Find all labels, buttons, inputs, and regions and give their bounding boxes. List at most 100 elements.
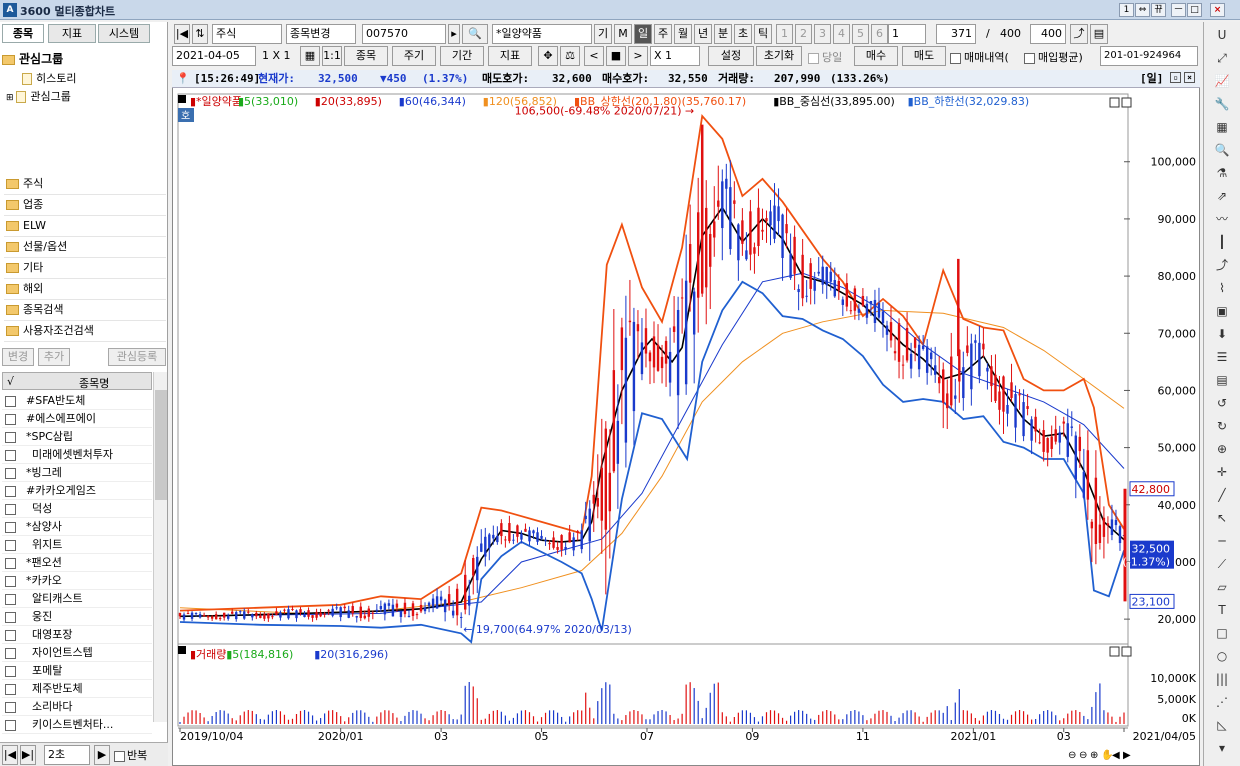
close-button[interactable]: × [1210, 3, 1225, 17]
indicator-button[interactable]: 지표 [488, 46, 532, 66]
stock-button[interactable]: 종목 [344, 46, 388, 66]
list-item[interactable]: #카카오게임즈 [2, 482, 152, 500]
zigzag-icon[interactable]: ⌇ [1211, 279, 1233, 297]
period-8[interactable]: 틱 [754, 24, 772, 44]
row-checkbox[interactable] [5, 611, 16, 623]
trend-icon[interactable]: ⤴ [1211, 256, 1233, 274]
period-7[interactable]: 초 [734, 24, 752, 44]
period-2[interactable]: 일 [634, 24, 652, 44]
price-chart[interactable]: 100,000 90,000 80,000 70,000 60,000 50,000 40,… [172, 88, 1200, 766]
scroll-thumb[interactable] [155, 390, 167, 500]
tree-root[interactable]: 관심그룹 [2, 50, 63, 67]
candle-icon[interactable]: ┃ [1211, 233, 1233, 251]
row-checkbox[interactable] [5, 539, 16, 551]
list-item[interactable]: 제주반도체 [2, 680, 152, 698]
list-item[interactable]: 덕성 [2, 500, 152, 518]
register-interest-button[interactable]: 관심등록 [108, 348, 166, 366]
wrench-icon[interactable]: 🔧 [1211, 95, 1233, 113]
row-checkbox[interactable] [5, 593, 16, 605]
chart-nav-icon[interactable]: ◀ [1112, 750, 1120, 761]
row-checkbox[interactable] [5, 395, 16, 407]
account-select[interactable]: 201-01-924964 [1100, 46, 1198, 66]
search-icon[interactable]: 🔍 [462, 24, 488, 44]
pointer-icon[interactable]: ↖ [1211, 509, 1233, 527]
rotate-right-icon[interactable]: ↻ [1211, 417, 1233, 435]
list-icon[interactable]: ☰ [1211, 348, 1233, 366]
prev-icon[interactable]: < [584, 46, 604, 66]
list-item[interactable]: 자이언트스텝 [2, 644, 152, 662]
list-item[interactable]: *팬오션 [2, 554, 152, 572]
pin-button[interactable]: 뀨 [1151, 3, 1166, 17]
trendline-icon[interactable]: ⟋ [1211, 555, 1233, 573]
view-count-input[interactable]: 400 [1030, 24, 1066, 44]
row-checkbox[interactable] [5, 503, 16, 515]
export-icon[interactable]: ⤴ [1070, 24, 1088, 44]
list-item[interactable]: 위지트 [2, 536, 152, 554]
line-chart-icon[interactable]: 📈 [1211, 72, 1233, 90]
next-icon[interactable]: > [628, 46, 648, 66]
reset-button[interactable]: 초기화 [756, 46, 802, 66]
period-3[interactable]: 주 [654, 24, 672, 44]
restore-icon[interactable]: ▫ [1170, 72, 1181, 83]
chart-nav-icon[interactable]: ▶ [1123, 750, 1131, 761]
folder-3[interactable]: 선물/옵션 [4, 237, 166, 258]
chart-nav-icon[interactable]: ⊖ [1079, 750, 1087, 761]
row-checkbox[interactable] [5, 557, 16, 569]
repeat-checkbox[interactable]: 반복 [114, 747, 147, 763]
row-checkbox[interactable] [5, 647, 16, 659]
market-select[interactable]: 주식 [212, 24, 282, 44]
zoom-select[interactable]: X 1 [650, 46, 700, 66]
link-button[interactable]: 1 [1119, 3, 1134, 17]
count-input[interactable]: 371 [936, 24, 976, 44]
swap-button[interactable]: ⇔ [1135, 3, 1150, 17]
tree-item-history[interactable]: 히스토리 [22, 70, 76, 86]
settings-button[interactable]: 설정 [708, 46, 754, 66]
play-icon[interactable]: ▶ [94, 745, 110, 765]
row-checkbox[interactable] [5, 683, 16, 695]
more-icon[interactable]: ▾ [1211, 739, 1233, 757]
row-checkbox[interactable] [5, 719, 16, 731]
circle-icon[interactable]: ○ [1211, 647, 1233, 665]
hline-icon[interactable]: ─ [1211, 532, 1233, 550]
grid-icon[interactable]: ▦ [300, 46, 320, 66]
row-checkbox[interactable] [5, 665, 16, 677]
pin-icon[interactable]: 📍 [176, 70, 190, 87]
layout-num-2[interactable]: 3 [814, 24, 831, 44]
folder-6[interactable]: 종목검색 [4, 300, 166, 321]
maximize-button[interactable]: □ [1187, 3, 1202, 17]
trade-history-checkbox[interactable]: 매매내역( [950, 49, 1009, 65]
edit-button[interactable]: 변경 [2, 348, 34, 366]
interval-select[interactable]: 2초 [44, 745, 90, 765]
auto-icon[interactable]: ⇗ [1211, 187, 1233, 205]
list-item[interactable]: *삼양사 [2, 518, 152, 536]
first-page-icon[interactable]: |◀ [174, 24, 190, 44]
rect-icon[interactable]: □ [1211, 624, 1233, 642]
row-checkbox[interactable] [5, 575, 16, 587]
last-icon[interactable]: ▶| [20, 745, 36, 765]
panel-icon[interactable]: ▤ [1211, 371, 1233, 389]
date-select[interactable]: 2021-04-05 [172, 46, 256, 66]
list-scrollbar[interactable] [153, 372, 167, 722]
close-chart-icon[interactable]: × [1184, 72, 1195, 83]
zoom-icon[interactable]: ⊕ [1211, 440, 1233, 458]
move-icon[interactable]: ✥ [538, 46, 558, 66]
box-icon[interactable]: ▣ [1211, 302, 1233, 320]
layout-num-3[interactable]: 4 [833, 24, 850, 44]
folder-1[interactable]: 업종 [4, 195, 166, 216]
chart-nav-icon[interactable]: ⊕ [1090, 750, 1098, 761]
row-checkbox[interactable] [5, 467, 16, 479]
list-item[interactable]: 대영포장 [2, 626, 152, 644]
list-item[interactable]: 소리바다 [2, 698, 152, 716]
tree-item-group[interactable]: ⊞ 관심그룹 [6, 88, 71, 104]
first-icon[interactable]: |◀ [2, 745, 18, 765]
parallel-icon[interactable]: ▱ [1211, 578, 1233, 596]
folder-2[interactable]: ELW [4, 216, 166, 237]
download-icon[interactable]: ⬇ [1211, 325, 1233, 343]
row-checkbox[interactable] [5, 521, 16, 533]
cycle-button[interactable]: 주기 [392, 46, 436, 66]
list-item[interactable]: *SPC삼립 [2, 428, 152, 446]
list-item[interactable]: #SFA반도체 [2, 392, 152, 410]
list-item[interactable]: *카카오 [2, 572, 152, 590]
text-icon[interactable]: T [1211, 601, 1233, 619]
undo-icon[interactable]: U [1211, 26, 1233, 44]
